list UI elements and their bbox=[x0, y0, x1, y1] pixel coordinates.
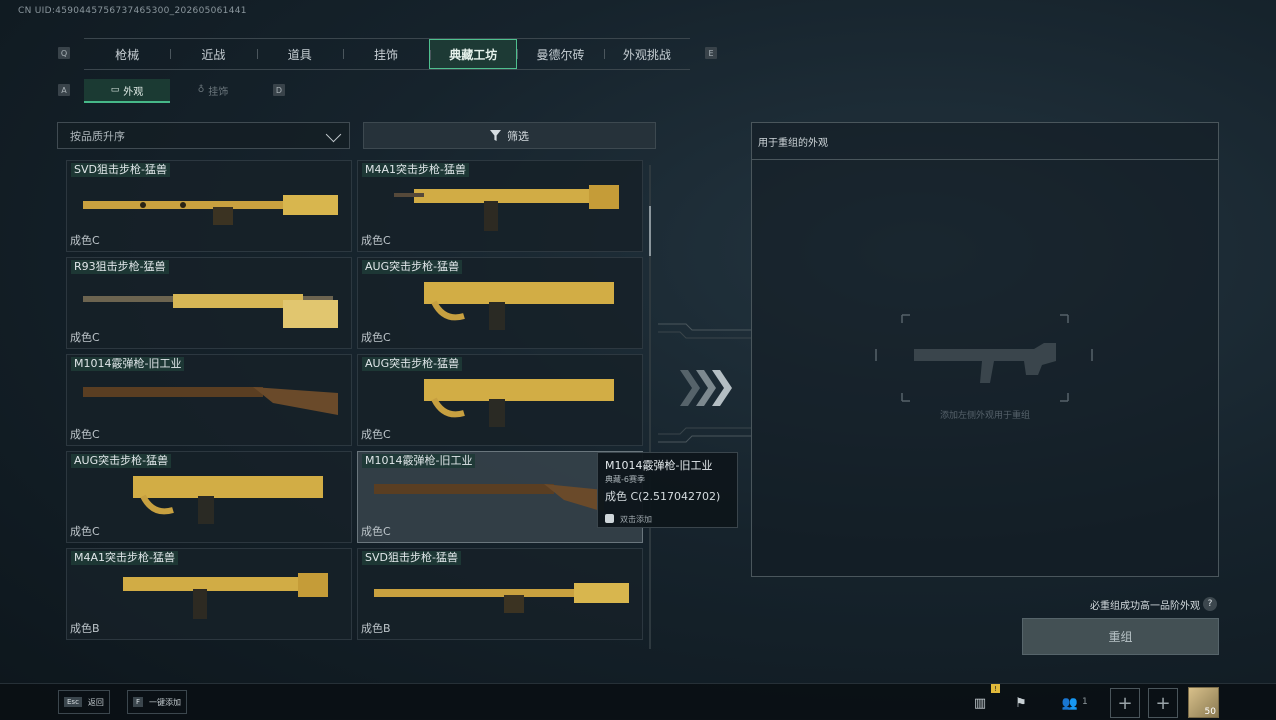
skin-grade: 成色C bbox=[361, 331, 391, 344]
quick-add-button[interactable]: F 一键添加 bbox=[127, 690, 188, 714]
add-slot-button[interactable]: + bbox=[1110, 688, 1140, 718]
image-icon: ▭ bbox=[110, 85, 120, 95]
skin-card[interactable]: M4A1突击步枪-猛兽 成色C bbox=[357, 160, 643, 252]
rifle-image bbox=[374, 583, 629, 613]
skin-grid: SVD狙击步枪-猛兽 成色C M4A1突击步枪-猛兽 成色C R93狙击步枪-猛… bbox=[66, 160, 644, 644]
recombine-note: 必重组成功高一品阶外观 bbox=[1090, 601, 1200, 612]
shotgun-image bbox=[83, 387, 338, 415]
rifle-image bbox=[83, 195, 338, 225]
level-badge: 50 bbox=[1204, 707, 1216, 717]
tab-appearance-challenge[interactable]: 外观挑战 bbox=[603, 39, 690, 69]
tab-prev-key[interactable]: Q bbox=[58, 47, 70, 59]
subtab-pendant[interactable]: ♁ 挂饰 bbox=[170, 79, 256, 101]
subtab-prev-key[interactable]: A bbox=[58, 84, 70, 96]
tab-next-key[interactable]: E bbox=[705, 47, 717, 59]
empty-slot-icon[interactable] bbox=[874, 313, 1094, 403]
avatar[interactable]: 50 bbox=[1188, 687, 1219, 718]
subtab-pendant-label: 挂饰 bbox=[208, 86, 229, 98]
skin-card[interactable]: AUG突击步枪-猛兽 成色C bbox=[66, 451, 352, 543]
pendant-icon: ♁ bbox=[197, 85, 205, 95]
skin-card[interactable]: M1014霰弹枪-旧工业 成色C bbox=[66, 354, 352, 446]
back-button[interactable]: Esc 返回 bbox=[58, 690, 110, 714]
skin-card[interactable]: R93狙击步枪-猛兽 成色C bbox=[66, 257, 352, 349]
recombine-hint: 添加左侧外观用于重组 bbox=[939, 411, 1030, 421]
f-keycap: F bbox=[133, 697, 144, 707]
subtab-next-key[interactable]: D bbox=[273, 84, 285, 96]
skin-grade: 成色C bbox=[361, 525, 391, 538]
tooltip-action: 双击添加 bbox=[620, 515, 652, 524]
skin-grade: 成色C bbox=[361, 234, 391, 247]
skin-card[interactable]: M4A1突击步枪-猛兽 成色B bbox=[66, 548, 352, 640]
tooltip-grade: 成色 C(2.517042702) bbox=[605, 490, 721, 503]
filter-icon bbox=[490, 130, 501, 141]
tab-guns[interactable]: 枪械 bbox=[84, 39, 170, 69]
add-slot-button-2[interactable]: + bbox=[1148, 688, 1178, 718]
subtab-appearance[interactable]: ▭ 外观 bbox=[84, 79, 170, 103]
uid-label: CN UID:4590445756737465300_202605061441 bbox=[18, 6, 247, 16]
tooltip-title: M1014霰弹枪-旧工业 bbox=[605, 459, 713, 472]
grid-scrollbar-thumb[interactable] bbox=[649, 206, 651, 256]
tab-items[interactable]: 道具 bbox=[256, 39, 343, 69]
skin-card[interactable]: SVD狙击步枪-猛兽 成色C bbox=[66, 160, 352, 252]
transfer-arrows-icon bbox=[658, 323, 751, 443]
chevron-down-icon bbox=[325, 126, 342, 143]
skin-grade: 成色C bbox=[70, 234, 100, 247]
skin-grade: 成色C bbox=[70, 525, 100, 538]
shotgun-image bbox=[374, 484, 604, 512]
rifle-image bbox=[394, 185, 619, 231]
tab-pendants[interactable]: 挂饰 bbox=[342, 39, 429, 69]
flag-icon[interactable]: ⚑ bbox=[1006, 688, 1036, 718]
rifle-image bbox=[83, 294, 338, 328]
friends-icon[interactable]: 👥 bbox=[1058, 688, 1082, 718]
subtab-appearance-label: 外观 bbox=[123, 86, 144, 98]
sort-dropdown[interactable]: 按品质升序 bbox=[57, 122, 350, 149]
recombine-panel: 用于重组的外观 添加左侧外观用于重组 bbox=[751, 122, 1219, 577]
skin-card[interactable]: SVD狙击步枪-猛兽 成色B bbox=[357, 548, 643, 640]
skin-grade: 成色B bbox=[70, 622, 100, 635]
notification-badge: ! bbox=[991, 684, 1000, 693]
filter-label: 筛选 bbox=[507, 129, 529, 143]
rifle-image bbox=[424, 282, 614, 330]
recombine-panel-title: 用于重组的外观 bbox=[752, 123, 1218, 160]
tab-mandel-brick[interactable]: 曼德尔砖 bbox=[517, 39, 603, 69]
mouse-icon bbox=[605, 514, 614, 523]
back-label: 返回 bbox=[87, 697, 104, 707]
skin-grade: 成色C bbox=[70, 331, 100, 344]
skin-grade: 成色B bbox=[361, 622, 391, 635]
help-icon[interactable]: ? bbox=[1203, 597, 1217, 611]
esc-keycap: Esc bbox=[64, 697, 82, 707]
rifle-image bbox=[123, 573, 328, 619]
skin-card[interactable]: AUG突击步枪-猛兽 成色C bbox=[357, 257, 643, 349]
quick-add-label: 一键添加 bbox=[149, 697, 182, 707]
recombine-button[interactable]: 重组 bbox=[1022, 618, 1219, 655]
rifle-image bbox=[424, 379, 614, 427]
item-tooltip: M1014霰弹枪-旧工业 典藏-6赛季 成色 C(2.517042702) 双击… bbox=[597, 452, 738, 528]
skin-grade: 成色C bbox=[361, 428, 391, 441]
tooltip-subtitle: 典藏-6赛季 bbox=[605, 475, 645, 484]
skin-card[interactable]: AUG突击步枪-猛兽 成色C bbox=[357, 354, 643, 446]
skin-grade: 成色C bbox=[70, 428, 100, 441]
filter-button[interactable]: 筛选 bbox=[363, 122, 656, 149]
rifle-image bbox=[133, 476, 323, 524]
tab-collection-workshop[interactable]: 典藏工坊 bbox=[429, 39, 518, 69]
sort-value: 按品质升序 bbox=[70, 129, 125, 143]
friends-count: 1 bbox=[1082, 697, 1088, 707]
tab-melee[interactable]: 近战 bbox=[170, 39, 256, 69]
main-tab-bar: 枪械 近战 道具 挂饰 典藏工坊 曼德尔砖 外观挑战 bbox=[84, 38, 690, 70]
